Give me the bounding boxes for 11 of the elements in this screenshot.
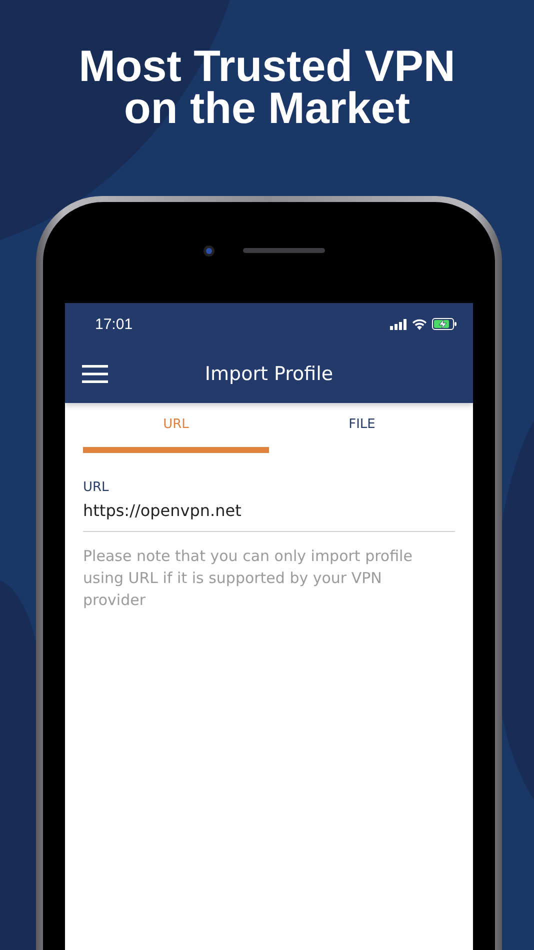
status-time: 17:01 [95,316,133,332]
headline: Most Trusted VPN on the Market [78,41,456,135]
signal-icon [390,318,407,330]
url-field[interactable]: URL https://openvpn.net [83,453,455,532]
wifi-icon [412,318,427,330]
help-text: Please note that you can only import profile using URL if it is supported by your VPN provider [83,546,414,611]
tab[interactable]: FILE [269,403,455,453]
camera-icon [203,245,215,257]
menu-icon[interactable] [82,365,108,383]
battery-charging-icon [432,318,457,330]
screen-title: Import Profile [204,363,334,385]
